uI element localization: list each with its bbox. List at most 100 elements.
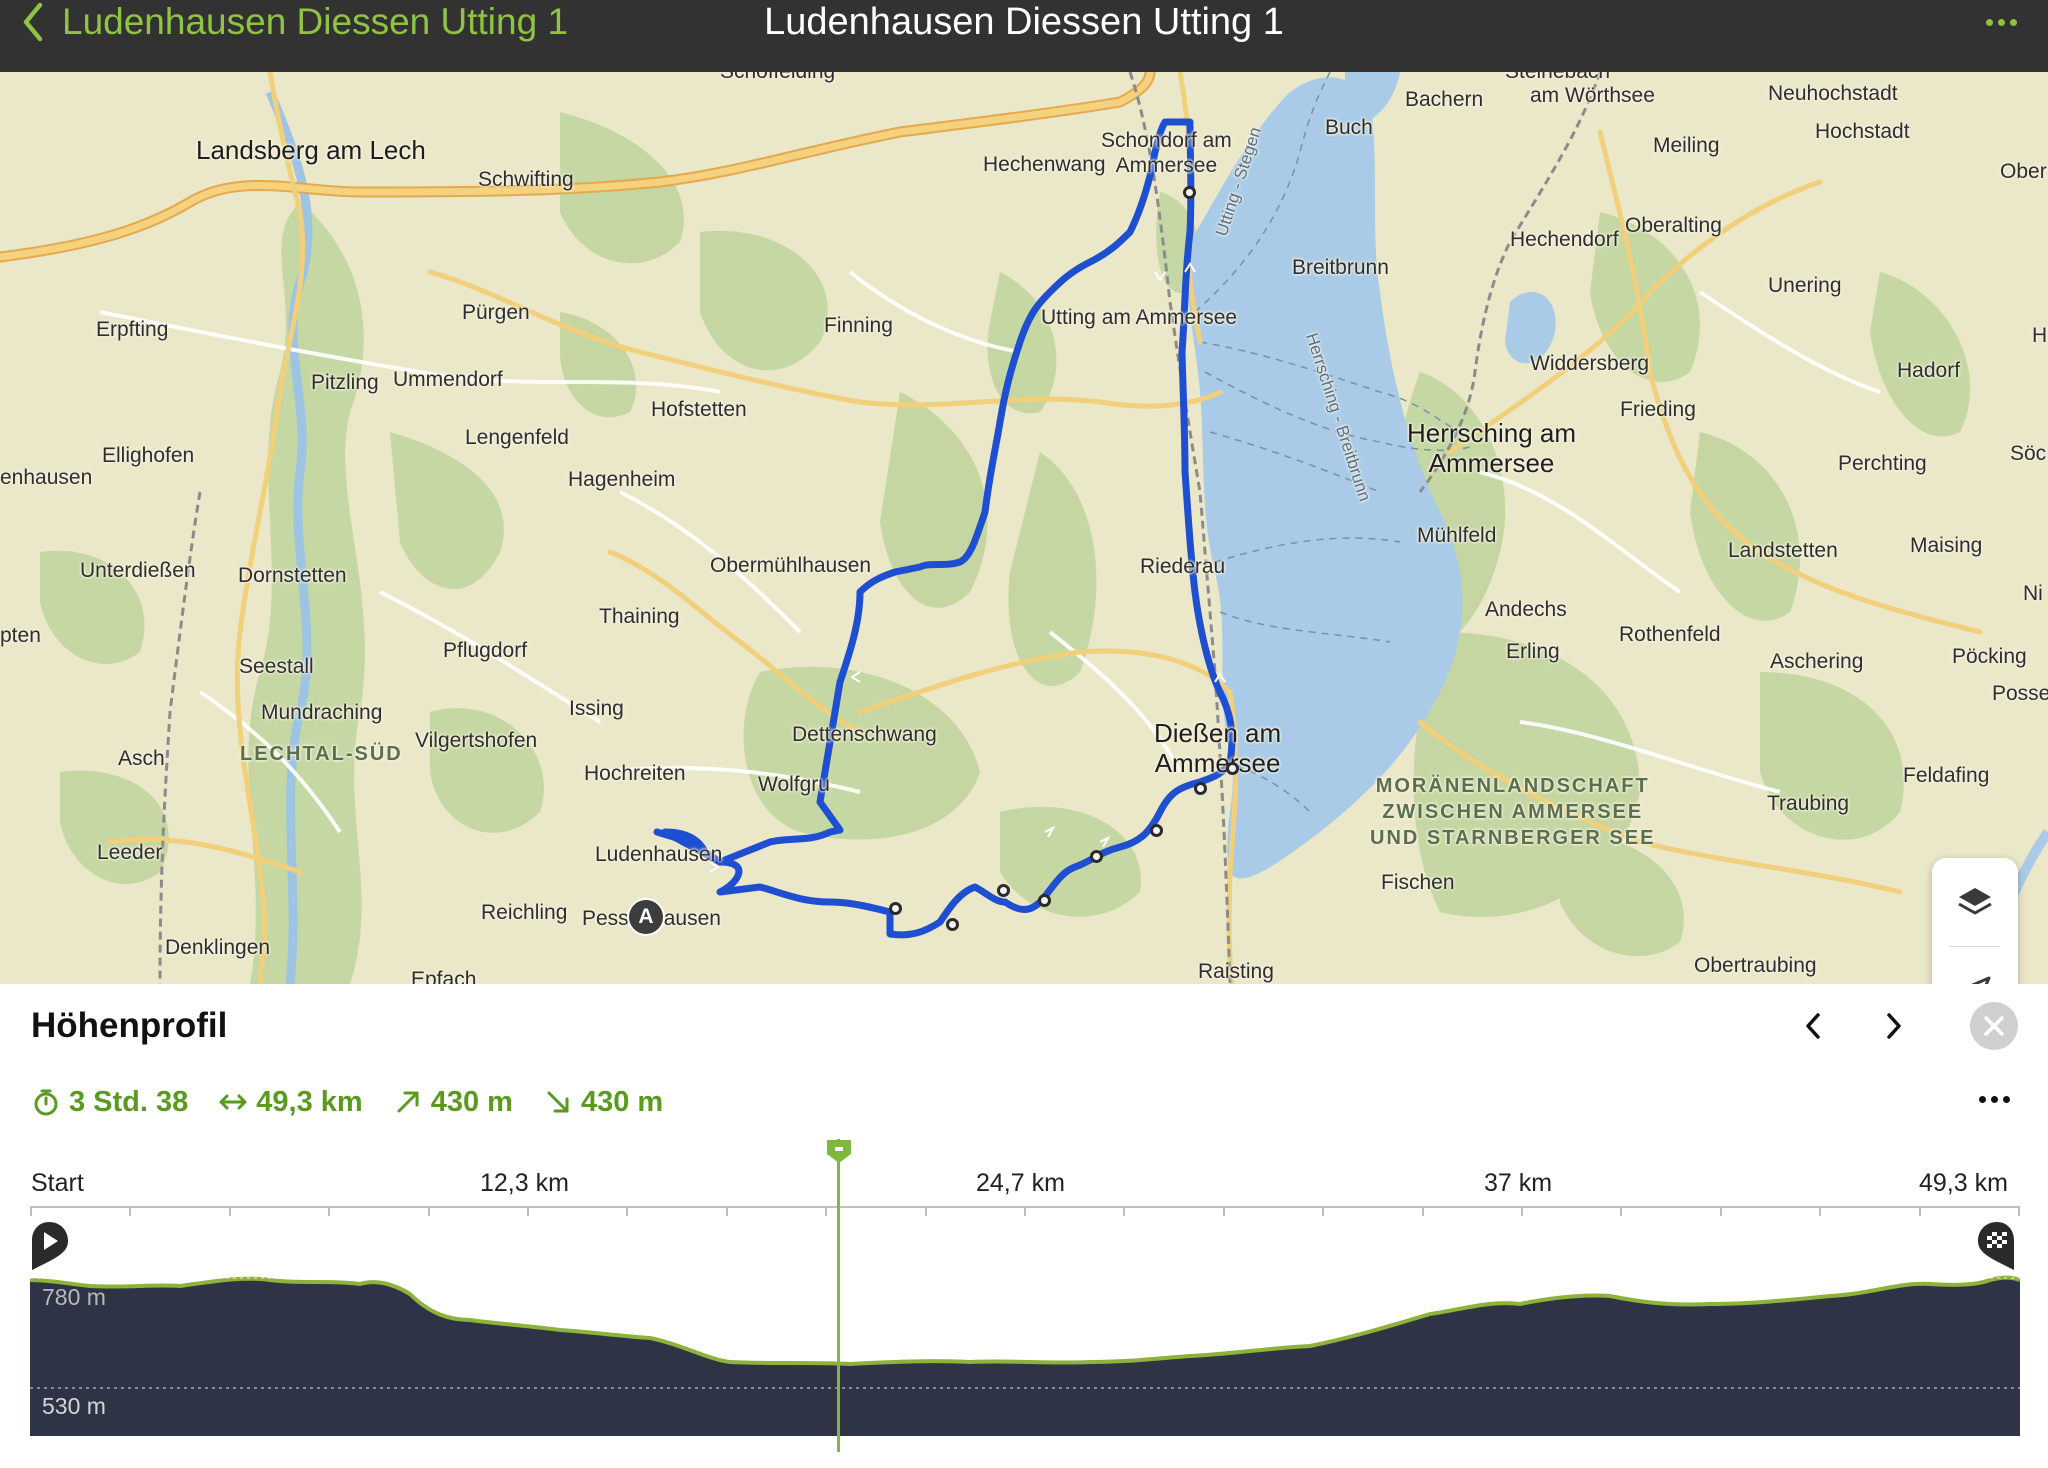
finish-point-marker[interactable] [1976, 1220, 2020, 1274]
ruler-label-end: 49,3 km [1919, 1169, 2008, 1197]
place-muehlfeld: Mühlfeld [1417, 524, 1497, 547]
place-obermuehlhausen: Obermühlhausen [710, 554, 872, 577]
route-waypoint[interactable] [997, 884, 1010, 897]
panel-title: Höhenprofil [31, 1006, 228, 1045]
route-waypoint[interactable] [1226, 762, 1239, 775]
place-schwifting: Schwifting [478, 168, 574, 191]
place-woerthsee: am Wörthsee [1530, 84, 1655, 107]
stat-duration: 3 Std. 38 [31, 1086, 188, 1119]
route-waypoint[interactable] [946, 918, 959, 931]
position-cursor [837, 1139, 840, 1452]
profile-more-button[interactable] [1972, 1084, 2016, 1114]
start-point-marker[interactable] [28, 1220, 72, 1274]
place-ludenhausen: Ludenhausen [595, 843, 723, 866]
place-schondorf: Schondorf am Ammersee [1101, 129, 1232, 177]
stat-descent: 430 m [543, 1086, 663, 1119]
stat-distance: 49,3 km [218, 1085, 363, 1119]
place-erling: Erling [1506, 640, 1560, 663]
locate-button[interactable] [1932, 948, 2018, 984]
route-waypoint[interactable] [1038, 894, 1051, 907]
place-dornstetten: Dornstetten [238, 564, 347, 587]
previous-button[interactable] [1791, 1004, 1835, 1048]
altitude-label-high: 780 m [42, 1284, 106, 1310]
region-lechtal: LECHTAL-SÜD [240, 743, 403, 765]
axis-tick [825, 1206, 828, 1216]
axis-tick [1521, 1206, 1523, 1216]
route-waypoint[interactable] [1090, 850, 1103, 863]
place-landstetten: Landstetten [1728, 539, 1838, 562]
place-feldafing: Feldafing [1903, 764, 1990, 787]
place-obertraubing: Obertraubing [1694, 954, 1817, 977]
place-soec: Söc [2010, 442, 2047, 465]
dot-icon [2002, 1095, 2010, 1103]
axis-tick [924, 1206, 927, 1216]
place-ellighofen: Ellighofen [102, 444, 195, 467]
place-vilgertshofen: Vilgertshofen [415, 729, 538, 752]
route-waypoint[interactable] [1194, 782, 1207, 795]
route-waypoint[interactable] [1150, 824, 1163, 837]
distance-arrows-icon [218, 1087, 248, 1117]
distance-value: 49,3 km [256, 1085, 363, 1118]
place-hochstadt: Hochstadt [1815, 120, 1910, 143]
region-moraenenlandschaft: MORÄNENLANDSCHAFT ZWISCHEN AMMERSEE UND … [1370, 775, 1656, 849]
ascent-arrow-icon [393, 1087, 423, 1117]
place-epfach: Epfach [411, 968, 477, 984]
place-maising: Maising [1910, 534, 1983, 557]
place-herrsching: Herrsching am Ammersee [1407, 418, 1577, 478]
duration-value: 3 Std. 38 [69, 1085, 189, 1118]
place-poecking: Pöcking [1952, 645, 2027, 668]
axis-tick [626, 1206, 629, 1216]
place-riederau: Riederau [1140, 555, 1226, 578]
close-icon [1984, 1016, 2004, 1036]
map-controls [1932, 858, 2018, 984]
place-hadorf: Hadorf [1897, 359, 1961, 382]
place-utting: Utting am Ammersee [1041, 306, 1238, 329]
chevron-right-icon [1887, 1013, 1901, 1039]
route-waypoint[interactable] [889, 902, 902, 915]
dot-icon [1978, 1095, 1986, 1103]
place-hagenheim: Hagenheim [568, 468, 676, 491]
axis-tick [328, 1206, 331, 1216]
layers-icon [1958, 888, 1992, 915]
place-issing: Issing [569, 697, 624, 720]
start-marker[interactable]: A [627, 898, 665, 936]
place-schoffelding: Schöffelding [720, 72, 835, 84]
place-erpfting: Erpfting [96, 318, 169, 341]
descent-value: 430 m [580, 1085, 664, 1118]
cursor-handle-icon[interactable] [825, 1138, 853, 1164]
ruler-label-24km: 24,7 km [976, 1169, 1065, 1197]
place-diessen: Dießen am Ammersee [1154, 718, 1282, 778]
next-button[interactable] [1872, 1004, 1916, 1048]
place-hofstetten: Hofstetten [651, 398, 747, 421]
axis-tick [228, 1206, 231, 1216]
route-waypoint[interactable] [1183, 186, 1196, 199]
layers-button[interactable] [1932, 858, 2018, 946]
place-possenh: Possenh [1992, 682, 2048, 705]
elevation-profile-chart[interactable] [30, 1274, 2020, 1436]
place-pten: pten [0, 624, 41, 647]
axis-tick [427, 1206, 430, 1216]
place-asch: Asch [118, 747, 165, 770]
place-ummendorf: Ummendorf [393, 368, 503, 391]
place-steinebach: Steinebach [1505, 72, 1610, 84]
place-perchting: Perchting [1838, 452, 1927, 475]
place-ni: Ni [2023, 582, 2043, 605]
axis-tick [2018, 1206, 2020, 1216]
dot-icon [2009, 18, 2017, 26]
place-ober: Ober [2000, 160, 2047, 183]
map-view[interactable]: Schöffelding Steinebach Landsberg am Lec… [0, 72, 2048, 984]
place-hechenwang: Hechenwang [983, 153, 1106, 176]
axis-tick [1719, 1206, 1722, 1216]
place-hochreiten: Hochreiten [584, 762, 686, 785]
place-wolfgruben: Wolfgru [758, 773, 830, 796]
ascent-value: 430 m [430, 1085, 513, 1118]
place-neuhochstadt: Neuhochstadt [1768, 82, 1898, 105]
divider [1950, 946, 2000, 947]
altitude-label-low: 530 m [42, 1393, 106, 1419]
place-landsberg: Landsberg am Lech [196, 135, 426, 165]
dot-icon [1985, 18, 1993, 26]
place-pflugdorf: Pflugdorf [443, 639, 528, 662]
location-arrow-icon [1971, 976, 1991, 984]
more-options-button[interactable] [1976, 4, 2026, 40]
close-button[interactable] [1970, 1002, 2018, 1050]
